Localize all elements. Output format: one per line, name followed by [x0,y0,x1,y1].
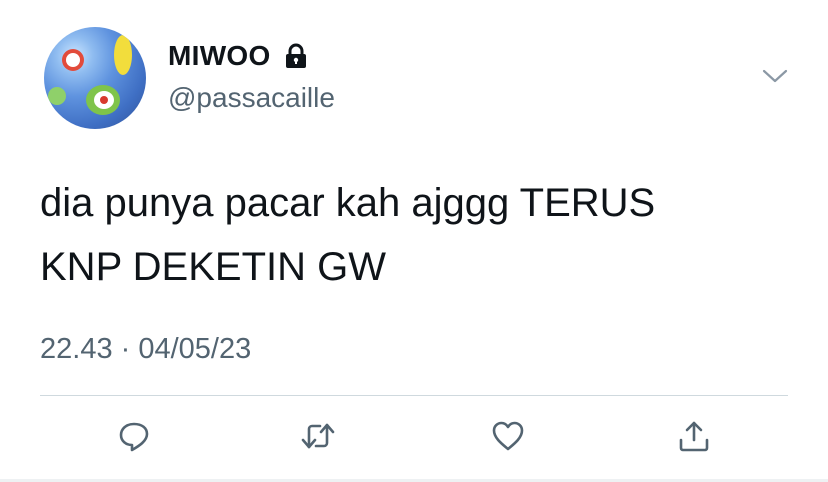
avatar-flower [100,96,108,104]
avatar[interactable] [44,27,146,129]
name-row: MIWOO [168,40,311,72]
timestamp[interactable]: 22.43 · 04/05/23 [40,333,251,366]
retweet-icon [301,423,335,449]
tweet-text: dia punya pacar kah ajggg TERUS KNP DEKE… [40,171,780,299]
divider [40,395,788,396]
handle[interactable]: @passacaille [168,82,335,114]
heart-icon [492,421,524,451]
share-button[interactable] [672,414,716,458]
action-bar [0,414,828,462]
avatar-flower [114,35,132,75]
avatar-flower [48,87,66,105]
reply-button[interactable] [112,414,156,458]
tweet-text-line: KNP DEKETIN GW [40,245,386,289]
retweet-button[interactable] [296,414,340,458]
chevron-down-icon[interactable] [762,68,788,84]
tweet-text-line: dia punya pacar kah ajggg TERUS [40,181,656,225]
share-icon [679,421,709,452]
like-button[interactable] [486,414,530,458]
avatar-flower [66,53,80,67]
lock-icon [281,41,311,71]
display-name[interactable]: MIWOO [168,40,271,72]
reply-icon [119,422,149,452]
